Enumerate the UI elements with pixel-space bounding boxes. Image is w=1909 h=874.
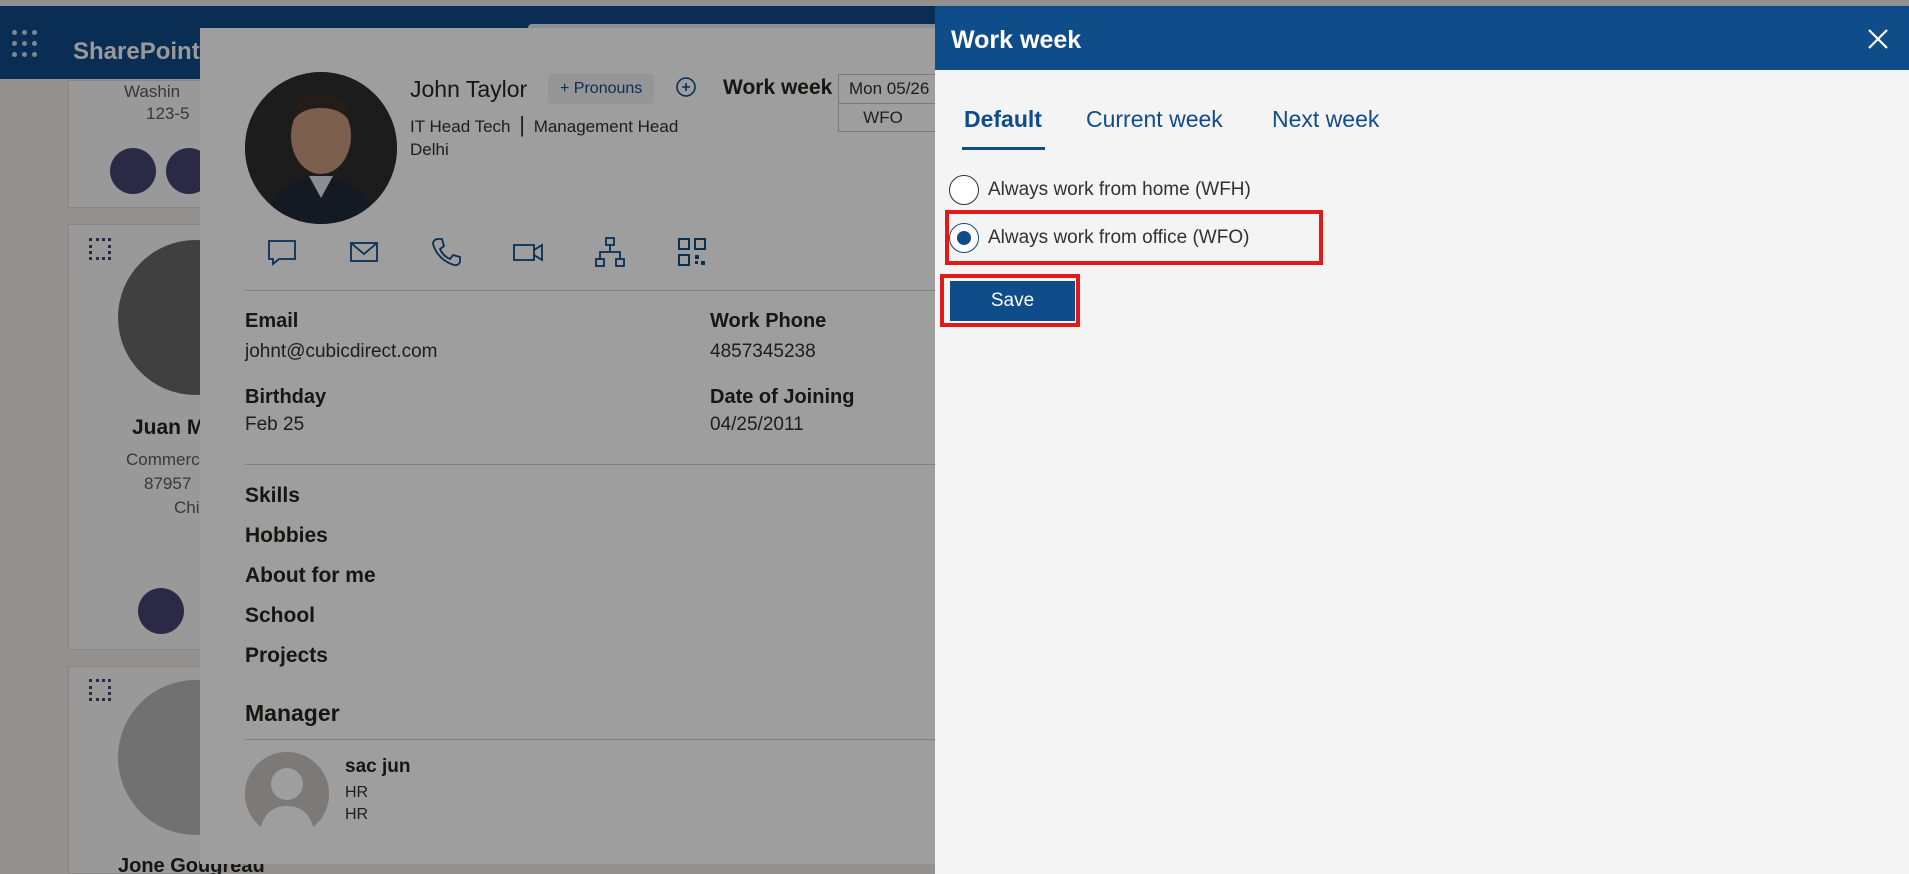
panel-title: Work week: [951, 26, 1082, 54]
wfo-label[interactable]: Always work from office (WFO): [988, 227, 1249, 249]
tab-next-week[interactable]: Next week: [1272, 106, 1379, 133]
save-button[interactable]: Save: [950, 281, 1075, 321]
work-week-panel: Work week Default Current week Next week…: [935, 6, 1909, 874]
close-icon[interactable]: [1865, 26, 1891, 52]
tab-current-week[interactable]: Current week: [1086, 106, 1223, 133]
tab-default[interactable]: Default: [964, 106, 1042, 133]
wfh-label[interactable]: Always work from home (WFH): [988, 179, 1251, 201]
active-tab-indicator: [962, 147, 1045, 150]
option-wfh[interactable]: Always work from home (WFH): [949, 174, 1251, 206]
wfh-radio[interactable]: [949, 175, 979, 205]
wfo-radio[interactable]: [949, 223, 979, 253]
radio-selected-dot: [957, 231, 971, 245]
profile-overlay: [200, 28, 940, 864]
option-wfo[interactable]: Always work from office (WFO): [949, 222, 1249, 254]
panel-header: Work week: [935, 6, 1909, 70]
